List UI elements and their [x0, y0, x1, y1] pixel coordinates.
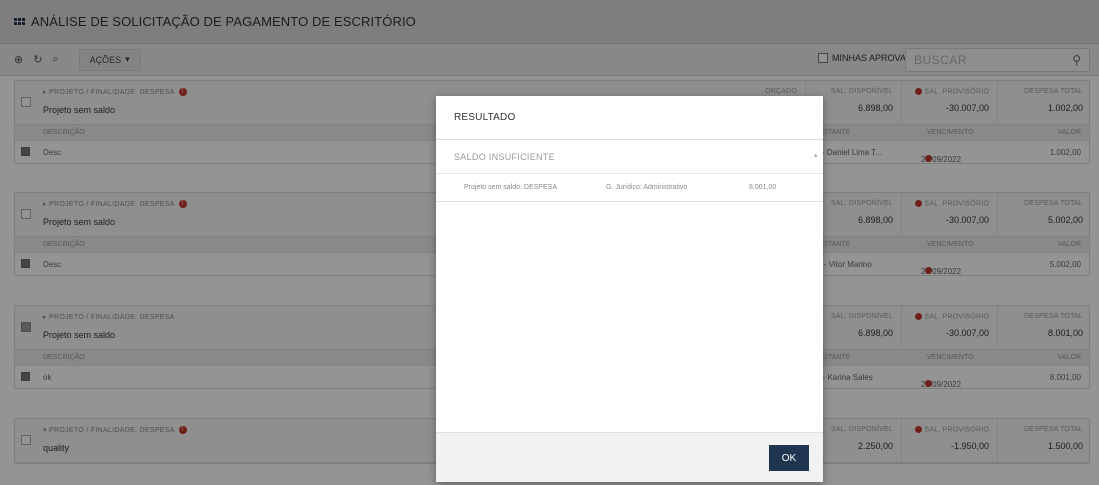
dialog-footer: OK — [436, 432, 823, 482]
insufficient-balance-section[interactable]: SALDO INSUFICIENTE ▲ — [436, 140, 823, 174]
section-label: SALDO INSUFICIENTE — [454, 152, 555, 162]
result-project: Projeto sem saldo: DESPESA — [464, 184, 557, 191]
result-group: G. Jurídico: Administrativo — [606, 184, 688, 191]
ok-button[interactable]: OK — [769, 445, 809, 471]
result-value: 8.001,00 — [749, 184, 777, 191]
result-dialog: RESULTADO SALDO INSUFICIENTE ▲ Projeto s… — [436, 96, 823, 482]
chevron-up-icon: ▲ — [812, 153, 819, 159]
dialog-title: RESULTADO — [436, 96, 823, 140]
list-item: Projeto sem saldo: DESPESA G. Jurídico: … — [436, 174, 823, 202]
